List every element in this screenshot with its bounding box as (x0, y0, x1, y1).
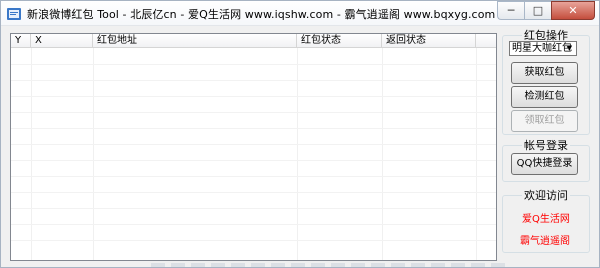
row-line (11, 128, 496, 129)
close-button[interactable]: ✕ (551, 1, 595, 20)
column-header-address[interactable]: 红包地址 (93, 34, 297, 48)
get-redpacket-button[interactable]: 获取红包 (511, 62, 578, 84)
column-header-y[interactable]: Y (11, 34, 31, 48)
maximize-icon: □ (532, 4, 544, 17)
column-header-return-status[interactable]: 返回状态 (382, 34, 476, 48)
row-line (11, 192, 496, 193)
minimize-icon: ─ (507, 4, 515, 17)
row-line (11, 224, 496, 225)
row-line (11, 80, 496, 81)
row-line (11, 208, 496, 209)
row-line (11, 112, 496, 113)
check-redpacket-button[interactable]: 检测红包 (511, 86, 578, 108)
qq-login-button[interactable]: QQ快捷登录 (511, 153, 578, 175)
row-line (11, 64, 496, 65)
close-icon: ✕ (568, 4, 578, 17)
title-bar[interactable]: 新浪微博红包 Tool - 北辰亿cn - 爱Q生活网 www.iqshw.co… (1, 1, 599, 26)
row-line (11, 144, 496, 145)
chevron-down-icon[interactable]: ▼ (564, 43, 575, 54)
minimize-button[interactable]: ─ (497, 1, 524, 20)
list-header: Y X 红包地址 红包状态 返回状态 (11, 34, 496, 48)
maximize-button[interactable]: □ (524, 1, 551, 20)
welcome-title: 欢迎访问 (522, 189, 570, 202)
account-login-title: 帐号登录 (522, 139, 570, 152)
bottom-edge (151, 263, 509, 267)
claim-redpacket-button[interactable]: 领取红包 (511, 110, 578, 132)
redpacket-list[interactable]: Y X 红包地址 红包状态 返回状态 (10, 33, 497, 261)
column-header-packet-status[interactable]: 红包状态 (297, 34, 382, 48)
window-controls: ─ □ ✕ (497, 1, 595, 21)
column-header-x[interactable]: X (31, 34, 93, 48)
row-line (11, 240, 496, 241)
row-line (11, 160, 496, 161)
row-line (11, 176, 496, 177)
app-icon (7, 8, 21, 20)
redpacket-type-value: 明星大咖红包 (512, 43, 572, 54)
bqxyg-link[interactable]: 霸气逍遥阁 (520, 232, 570, 247)
redpacket-type-select[interactable]: 明星大咖红包 ▼ (509, 41, 577, 56)
iqshw-link[interactable]: 爱Q生活网 (522, 210, 570, 225)
window-title: 新浪微博红包 Tool - 北辰亿cn - 爱Q生活网 www.iqshw.co… (27, 8, 496, 21)
row-line (11, 96, 496, 97)
app-window: 新浪微博红包 Tool - 北辰亿cn - 爱Q生活网 www.iqshw.co… (0, 0, 600, 268)
